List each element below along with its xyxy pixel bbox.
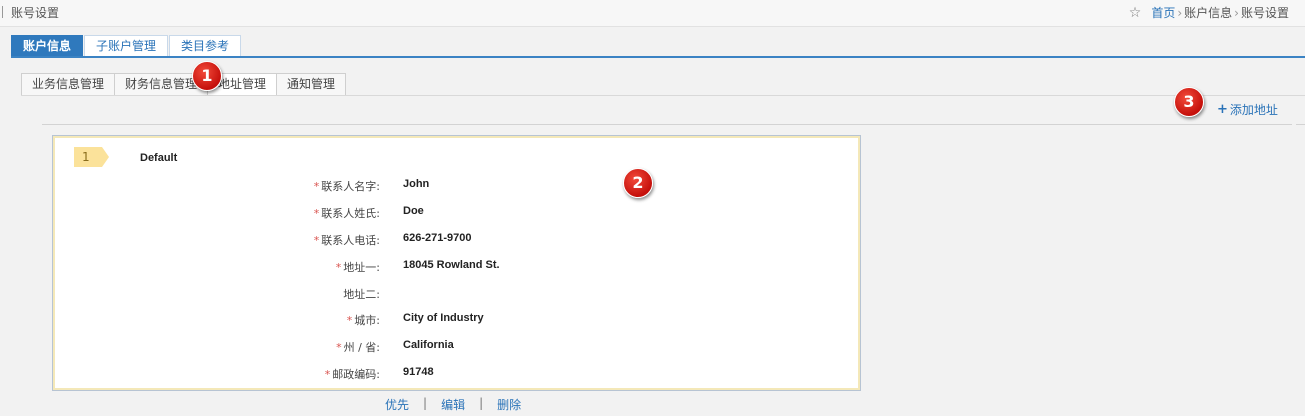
required-mark: * xyxy=(336,341,342,354)
breadcrumb: ☆ 首页 › 账户信息 › 账号设置 xyxy=(1129,4,1289,21)
delete-link[interactable]: 删除 xyxy=(497,396,521,413)
action-separator: | xyxy=(479,396,484,410)
address-index-badge: 1 xyxy=(74,147,109,167)
address-card: 1 Default * 联系人名字: John * 联系人姓氏: Doe * 联系人电… xyxy=(52,135,861,391)
field-row: * 联系人电话: 626-271-9700 xyxy=(55,232,855,248)
edit-link[interactable]: 编辑 xyxy=(441,396,465,413)
action-separator: | xyxy=(423,396,428,410)
required-mark: * xyxy=(313,234,320,247)
sub-tabs-divider xyxy=(21,95,1305,96)
address-actions: 优先 | 编辑 | 删除 xyxy=(385,396,521,413)
breadcrumb-account-info: 账户信息 xyxy=(1184,6,1233,20)
main-tabs: 账户信息 子账户管理 类目参考 xyxy=(11,35,242,57)
required-mark: * xyxy=(324,368,331,381)
field-label: * 联系人姓氏: xyxy=(313,207,380,220)
star-icon[interactable]: ☆ xyxy=(1129,6,1142,20)
field-row: * 联系人姓氏: Doe xyxy=(55,205,855,221)
subtab-notification-management[interactable]: 通知管理 xyxy=(276,73,347,96)
add-address-label: 添加地址 xyxy=(1229,103,1278,117)
field-row: * 联系人名字: John xyxy=(55,178,855,194)
field-value: 91748 xyxy=(403,366,434,378)
section-divider-end xyxy=(1296,124,1305,125)
required-mark: * xyxy=(335,261,342,274)
required-mark: * xyxy=(313,180,320,193)
required-mark: * xyxy=(313,207,320,220)
field-label: * 邮政编码: xyxy=(324,368,380,381)
main-tabs-divider xyxy=(11,56,1305,58)
chevron-right-icon: › xyxy=(1177,5,1183,20)
plus-icon: + xyxy=(1217,102,1228,117)
field-value: 626-271-9700 xyxy=(403,232,472,244)
field-row: * 城市: City of Industry xyxy=(55,312,855,328)
field-row: * 地址一: 18045 Rowland St. xyxy=(55,259,855,275)
add-address-button[interactable]: + 添加地址 xyxy=(1217,101,1278,118)
tab-sub-account-management[interactable]: 子账户管理 xyxy=(84,35,169,57)
page-title: 账号设置 xyxy=(11,6,60,20)
field-value: California xyxy=(403,339,454,351)
field-value: John xyxy=(403,178,430,190)
default-tag: Default xyxy=(140,152,178,164)
field-value: 18045 Rowland St. xyxy=(403,259,500,271)
chevron-right-icon: › xyxy=(1234,5,1239,20)
required-mark: * xyxy=(346,314,353,327)
annotation-marker-2: 2 xyxy=(623,168,653,198)
field-label: * 地址一: xyxy=(335,261,380,274)
field-label: * 州 / 省: xyxy=(336,341,380,354)
field-row: 地址二: xyxy=(55,286,855,302)
annotation-marker-1: 1 xyxy=(192,61,222,91)
field-value: Doe xyxy=(403,205,424,217)
breadcrumb-account-settings: 账号设置 xyxy=(1240,6,1289,20)
top-bar: 账号设置 ☆ 首页 › 账户信息 › 账号设置 xyxy=(0,0,1305,27)
section-divider xyxy=(42,124,1292,125)
field-label: * 联系人电话: xyxy=(313,234,380,247)
field-row: * 邮政编码: 91748 xyxy=(55,366,855,382)
field-label: * 联系人名字: xyxy=(313,180,380,193)
tab-category-reference[interactable]: 类目参考 xyxy=(169,35,242,57)
title-divider xyxy=(2,6,3,18)
field-value: City of Industry xyxy=(403,312,484,324)
annotation-marker-3: 3 xyxy=(1174,87,1204,117)
set-priority-link[interactable]: 优先 xyxy=(385,396,409,413)
field-label: * 城市: xyxy=(346,314,380,327)
field-label: 地址二: xyxy=(343,288,380,301)
subtab-business-info[interactable]: 业务信息管理 xyxy=(21,73,116,96)
sub-tabs: 业务信息管理 财务信息管理 地址管理 通知管理 xyxy=(21,73,347,96)
breadcrumb-home-link[interactable]: 首页 xyxy=(1151,4,1175,21)
tab-account-info[interactable]: 账户信息 xyxy=(11,35,84,57)
field-row: * 州 / 省: California xyxy=(55,339,855,355)
